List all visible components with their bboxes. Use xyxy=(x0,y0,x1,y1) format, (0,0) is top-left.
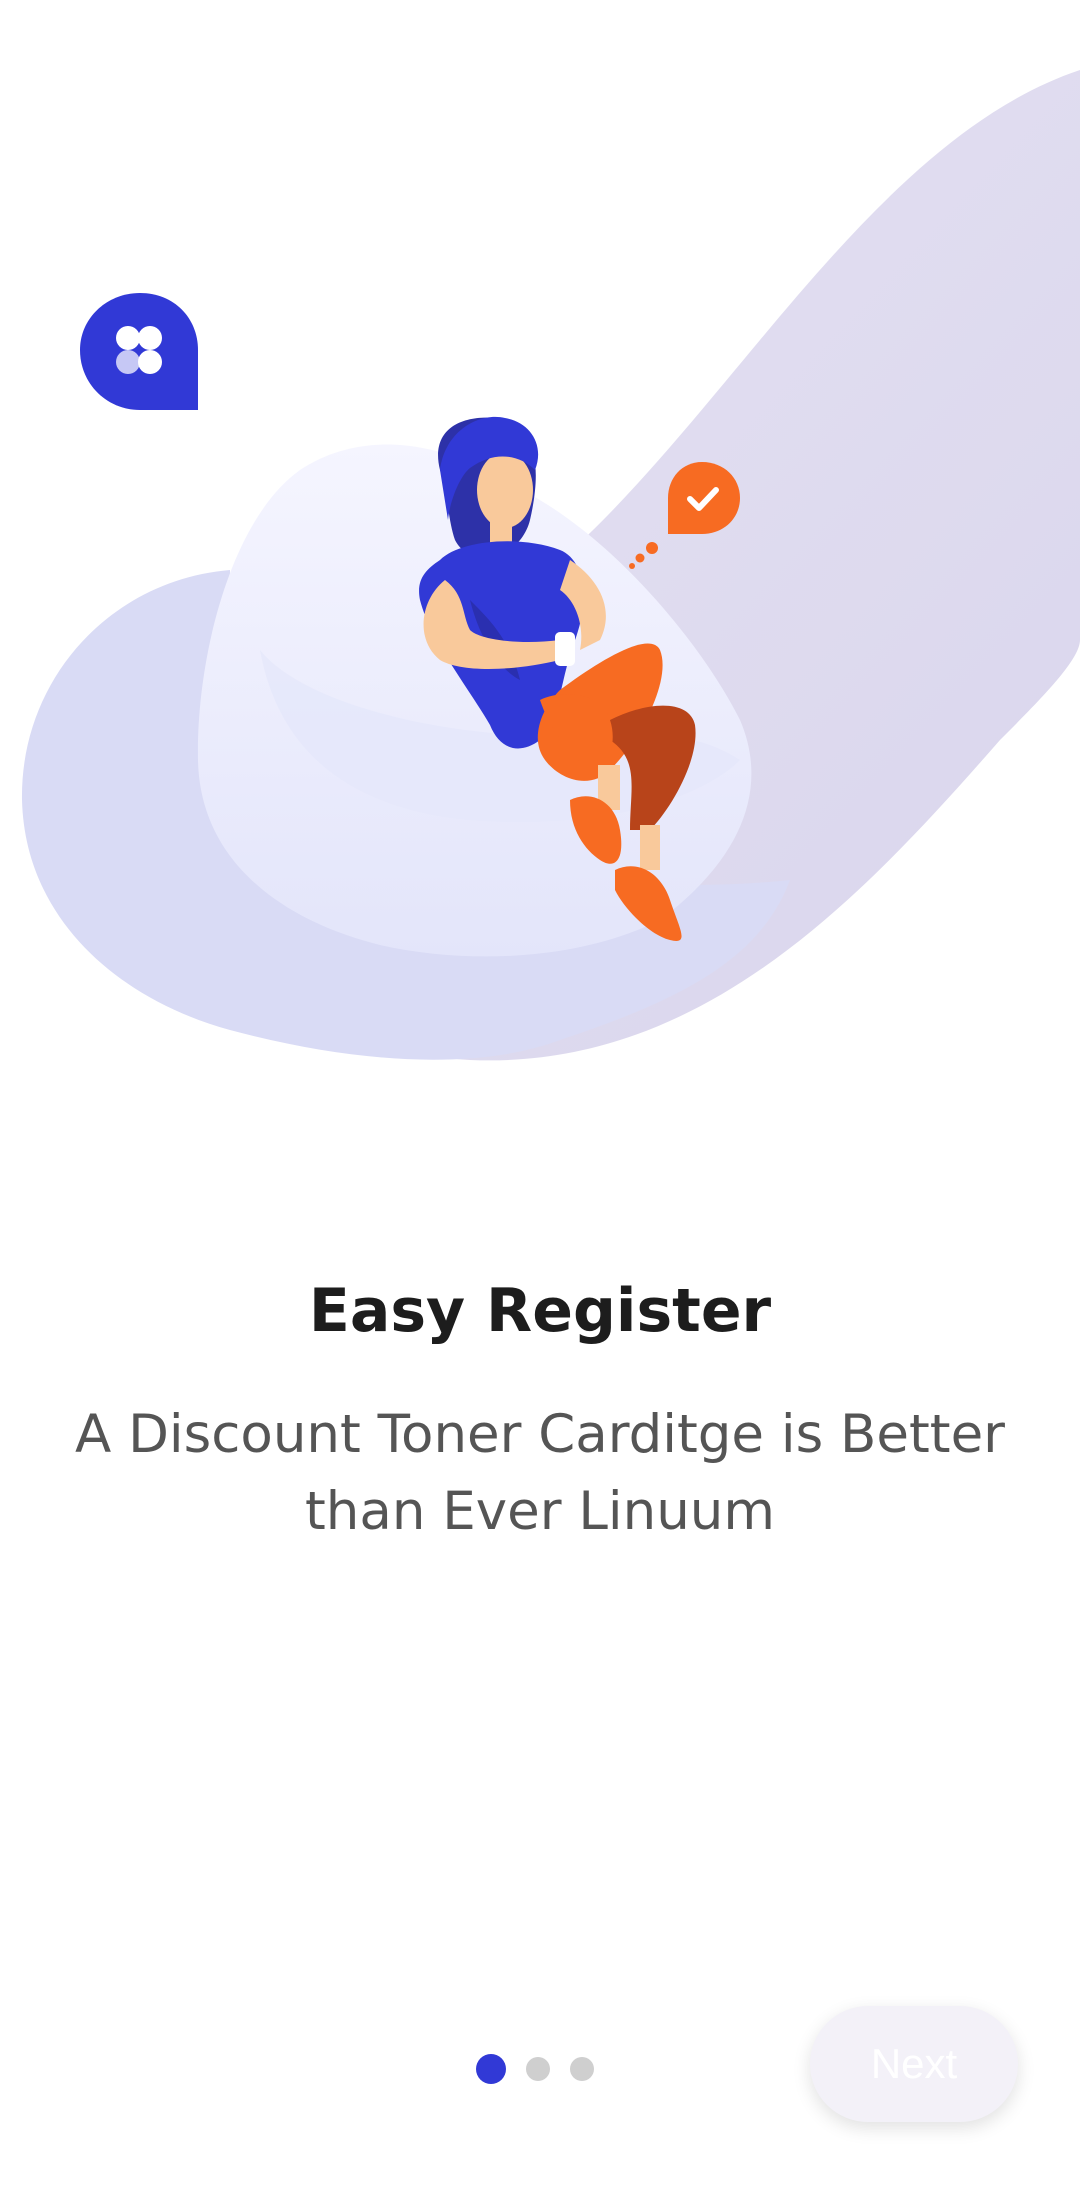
next-button[interactable]: Next xyxy=(810,2006,1018,2122)
app-logo-icon xyxy=(80,293,198,410)
hero-illustration xyxy=(0,0,1080,1120)
page-subtitle: A Discount Toner Carditge is Better than… xyxy=(75,1404,1005,1542)
page-title: Easy Register xyxy=(308,1276,772,1346)
pagination-dots xyxy=(476,2054,594,2084)
onboarding-screen: Easy Register A Discount Toner Carditge … xyxy=(0,0,1080,2199)
page-dot-2[interactable] xyxy=(526,2057,550,2081)
checkmark-bubble-icon xyxy=(668,462,740,534)
page-dot-1[interactable] xyxy=(476,2054,506,2084)
onboarding-text: Easy Register A Discount Toner Carditge … xyxy=(60,1275,1020,1551)
page-dot-3[interactable] xyxy=(570,2057,594,2081)
